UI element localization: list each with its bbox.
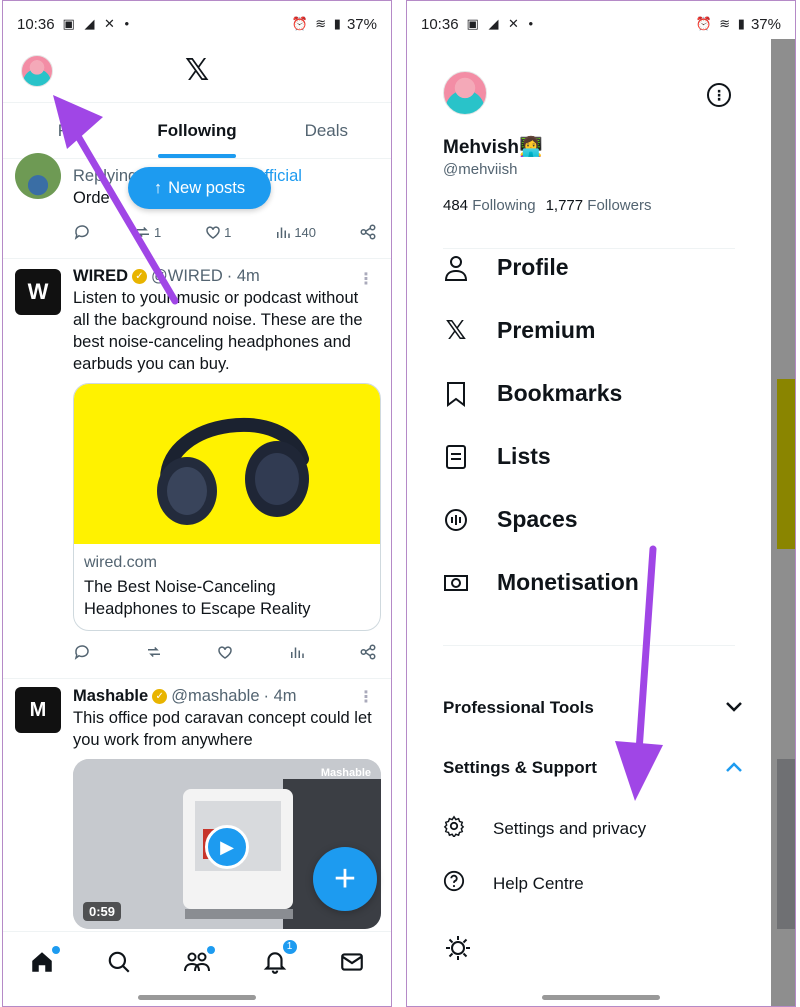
arrow-up-icon: ↑ — [153, 178, 163, 197]
card-title: The Best Noise-Canceling Headphones to E… — [84, 578, 311, 618]
views-button[interactable]: 140 — [274, 223, 316, 241]
mashable-watermark: Mashable — [320, 767, 371, 779]
bottom-nav: 1 — [3, 931, 391, 991]
status-system-icons: ⏰ ≋ ▮ — [695, 16, 747, 31]
search-icon[interactable] — [104, 947, 134, 977]
gesture-bar — [138, 995, 256, 1000]
drawer-screen: 10:36 ▣ ◢ ✕ • ⏰ ≋ ▮ 37% ⋮ Mehvish👩‍💻 @me… — [406, 0, 796, 1007]
status-bar: 10:36 ▣ ◢ ✕ • ⏰ ≋ ▮ 37% — [3, 1, 391, 47]
mashable-post-text: This office pod caravan concept could le… — [73, 709, 372, 749]
status-time: 10:36 — [17, 15, 55, 33]
dimmed-timeline[interactable] — [771, 39, 795, 1006]
gesture-bar — [542, 995, 660, 1000]
more-options-icon[interactable]: ⋮ — [358, 687, 374, 707]
menu-lists[interactable]: Lists — [443, 443, 551, 470]
reply-icon[interactable] — [73, 643, 91, 661]
wired-time: · 4m — [226, 267, 260, 285]
mashable-avatar[interactable]: M — [15, 687, 61, 733]
like-button[interactable]: 1 — [204, 223, 231, 241]
professional-tools-toggle[interactable]: Professional Tools — [443, 698, 743, 718]
status-time: 10:36 — [421, 15, 459, 33]
spaces-icon — [443, 507, 469, 533]
drawer-user-name[interactable]: Mehvish👩‍💻 — [443, 135, 543, 159]
battery-percent: 37% — [346, 15, 377, 33]
display-theme-icon[interactable] — [445, 935, 471, 966]
play-icon[interactable]: ▶ — [205, 825, 249, 869]
chevron-down-icon — [725, 698, 743, 718]
menu-profile[interactable]: Profile — [443, 254, 569, 281]
timeline-tabs: Fo Following Deals — [3, 104, 391, 159]
wired-post-text: Listen to your music or podcast without … — [73, 289, 363, 373]
x-logo-icon: 𝕏 — [445, 315, 467, 345]
follow-counts: 484 Following 1,777 Followers — [443, 197, 651, 214]
settings-support-toggle[interactable]: Settings & Support — [443, 758, 743, 778]
card-domain: wired.com — [84, 554, 157, 571]
more-options-icon[interactable]: ⋮ — [358, 269, 374, 289]
chevron-up-icon — [725, 758, 743, 778]
menu-premium[interactable]: 𝕏 Premium — [443, 315, 596, 345]
share-icon[interactable] — [359, 643, 377, 661]
status-notification-icons: ▣ ◢ ✕ • — [466, 16, 537, 31]
repost-button[interactable]: 1 — [134, 223, 161, 241]
notification-badge: 1 — [281, 938, 298, 955]
following-link[interactable]: 484 Following — [443, 197, 536, 214]
new-posts-button[interactable]: ↑ New posts — [128, 167, 271, 209]
wired-avatar[interactable]: W — [15, 269, 61, 315]
home-icon[interactable] — [27, 945, 60, 977]
tab-deals[interactable]: Deals — [262, 104, 391, 158]
mashable-time: · 4m — [263, 687, 297, 705]
x-logo: 𝕏 — [185, 54, 210, 87]
menu-monetisation[interactable]: Monetisation — [443, 569, 639, 596]
reply-icon[interactable] — [73, 223, 91, 241]
wired-name[interactable]: WIRED — [73, 265, 128, 287]
reply-post-avatar[interactable] — [15, 153, 61, 199]
status-system-icons: ⏰ ≋ ▮ — [291, 16, 343, 31]
communities-icon[interactable] — [182, 945, 215, 977]
help-centre-item[interactable]: Help Centre — [443, 870, 584, 897]
gear-icon — [443, 815, 465, 842]
like-icon[interactable] — [216, 643, 234, 661]
money-icon — [443, 570, 469, 596]
list-icon — [443, 444, 469, 470]
tab-following[interactable]: Following — [132, 104, 261, 158]
link-card[interactable]: wired.com The Best Noise-Canceling Headp… — [73, 383, 381, 631]
timeline-screen: 10:36 ▣ ◢ ✕ • ⏰ ≋ ▮ 37% 𝕏 Fo Following D… — [2, 0, 392, 1007]
menu-spaces[interactable]: Spaces — [443, 506, 578, 533]
bookmark-icon — [443, 381, 469, 407]
drawer-user-handle: @mehviish — [443, 161, 518, 178]
mashable-name[interactable]: Mashable — [73, 685, 148, 707]
compose-button[interactable]: + — [313, 847, 377, 911]
battery-percent: 37% — [750, 15, 781, 33]
status-notification-icons: ▣ ◢ ✕ • — [62, 16, 133, 31]
menu-bookmarks[interactable]: Bookmarks — [443, 380, 622, 407]
plus-icon: + — [333, 857, 357, 900]
account-options-icon[interactable]: ⋮ — [707, 83, 731, 107]
share-icon[interactable] — [359, 223, 377, 241]
messages-icon[interactable] — [337, 947, 367, 977]
notifications-icon[interactable]: 1 — [260, 938, 298, 977]
verified-icon: ✓ — [152, 688, 168, 704]
settings-and-privacy-item[interactable]: Settings and privacy — [443, 815, 646, 842]
person-icon — [443, 255, 469, 281]
profile-avatar-button[interactable] — [21, 55, 53, 87]
drawer-avatar[interactable] — [443, 71, 487, 115]
repost-icon[interactable] — [145, 643, 163, 661]
wired-handle[interactable]: @WIRED — [151, 265, 223, 287]
side-drawer: ⋮ Mehvish👩‍💻 @mehviish 484 Following 1,7… — [407, 39, 771, 1006]
verified-icon: ✓ — [132, 268, 147, 284]
tab-for-you[interactable]: Fo — [3, 104, 132, 158]
help-icon — [443, 870, 465, 897]
views-icon[interactable] — [288, 643, 306, 661]
headphones-image — [74, 384, 380, 544]
followers-link[interactable]: 1,777 Followers — [546, 197, 652, 214]
video-duration: 0:59 — [83, 902, 122, 921]
mashable-handle[interactable]: @mashable — [171, 685, 259, 707]
wired-post[interactable]: W WIRED ✓ @WIRED · 4m Listen to your mus… — [3, 259, 391, 679]
